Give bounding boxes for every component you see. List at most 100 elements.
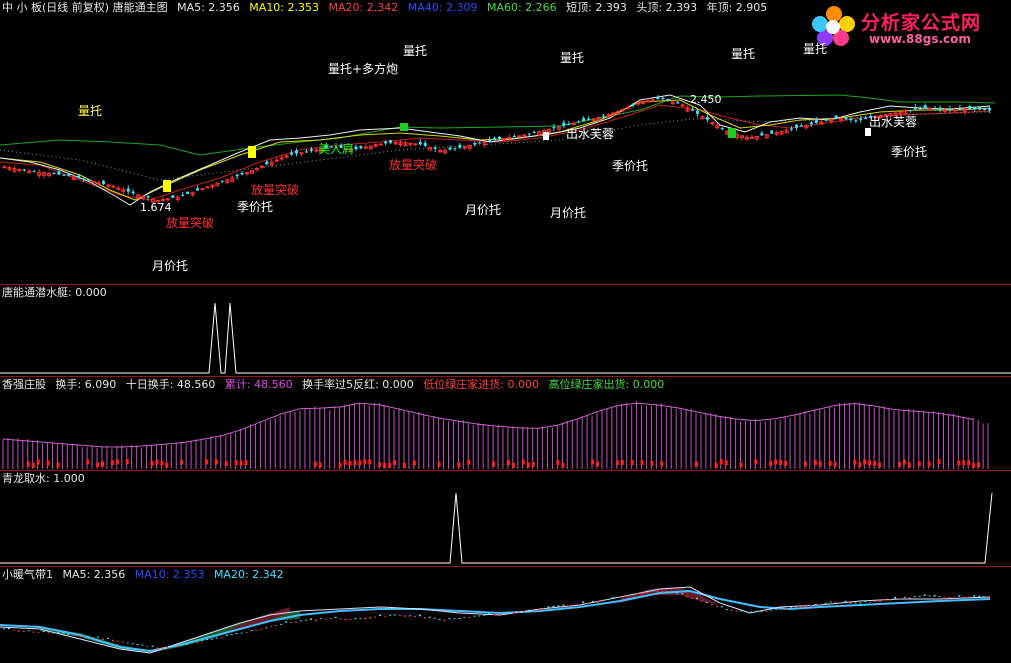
warm-candle [522,611,525,613]
submarine-panel[interactable]: 唐能通潜水艇: 0.000 [0,285,1011,376]
turnover-panel[interactable]: 香强庄股 换手: 6.090 十日换手: 48.560 累计: 48.560 换… [0,377,1011,470]
warm-candle [265,627,268,629]
warm-candle [498,613,500,615]
candle-body [304,151,308,153]
warm-candle [502,612,505,614]
candle-body [705,117,709,120]
warm-ma5-line [0,586,991,654]
candle-body [749,136,754,139]
turnover-red-mark [640,460,644,466]
warm-candle [324,618,327,620]
warm-candle [710,604,713,606]
warm-candle [641,592,644,594]
candle-body [295,150,299,154]
candle-body [220,180,224,182]
candle-body [77,175,81,178]
turnover-red-mark [972,462,976,468]
warm-candle [7,627,10,630]
warm-candle [67,633,70,635]
candle-body [720,127,724,129]
candle-body [131,191,135,194]
turnover-red-mark [239,460,243,466]
warm-band-panel[interactable]: 小暖气带1 MA5: 2.356 MA10: 2.353 MA20: 2.342 [0,567,1011,663]
warm-candle [824,602,827,604]
turnover-red-mark [907,462,911,468]
warm-candle [948,597,951,599]
warm-candle [755,610,758,612]
candle-body [96,182,101,185]
candle-body [299,152,304,155]
turnover-red-mark [96,462,100,468]
turnover-red-mark [353,460,357,466]
dragon-panel[interactable]: 青龙取水: 1.000 [0,471,1011,565]
warm-candle [517,611,520,613]
warm-candle [626,595,629,597]
turnover-red-mark [695,461,698,467]
candle-body [478,142,482,144]
turnover-red-mark [957,460,961,466]
warm-candle [270,626,273,628]
turnover-red-mark [26,461,30,467]
turnover-red-mark [224,461,228,467]
candle-body [126,188,130,192]
turnover-red-mark [977,462,981,468]
warm-candle [106,638,109,640]
warm-candle [775,608,778,610]
turnover-red-mark [204,459,208,465]
annotation-volume: 量托 [560,51,585,65]
warm-candle [319,618,322,620]
warm-candle [646,591,649,594]
warm-candle [12,629,15,631]
candle-body [587,118,591,120]
candle-body [493,137,497,141]
candle-body [582,118,586,122]
candle-body [849,118,853,120]
annotation-shoulder: 美人肩 [318,142,355,156]
warm-candle [220,637,223,639]
warm-candle [869,601,872,603]
turnover-red-mark [388,462,392,468]
turnover-red-mark [86,459,90,465]
signal-block-green [400,123,408,131]
candle-body [933,108,937,110]
main-chart-svg [0,94,996,206]
turnover-red-mark [853,459,857,465]
warm-candle [671,591,674,593]
turnover-red-mark [724,460,728,466]
candle-body [943,109,947,112]
warm-candle [562,604,565,606]
warm-candle [933,594,936,597]
warm-candle [705,601,708,603]
warm-candle [62,631,65,634]
turnover-red-mark [101,461,104,467]
annotation-lotus: 出水芙蓉 [566,127,615,141]
turnover-red-mark [561,462,565,468]
warm-candle [790,606,793,608]
warm-candle [572,604,575,606]
warm-candle [567,605,570,607]
candle-body [102,180,105,184]
turnover-red-mark [313,461,317,467]
warm-candle [819,603,822,605]
warm-candle [399,614,401,616]
warm-candle [854,602,857,604]
turnover-red-mark [719,459,723,465]
warm-candle [111,639,114,642]
warm-candle [780,608,783,610]
candle-body [978,107,982,110]
candle-body [923,105,927,108]
warm-candle [473,615,476,617]
warm-candle [621,596,624,598]
upper-band-line [0,94,996,156]
candle-body [676,102,680,104]
candle-body [938,107,942,110]
turnover-red-mark [511,462,515,468]
candle-body [363,146,368,149]
turnover-red-mark [902,459,906,465]
warm-candle [87,636,90,638]
warm-candle [413,615,416,617]
warm-candle [611,597,614,599]
main-chart-panel[interactable]: 中 小 板(日线 前复权) 唐能通主图 MA5: 2.356 MA10: 2.3… [0,0,1011,284]
warm-candle [606,599,609,601]
warm-candle [676,592,679,594]
